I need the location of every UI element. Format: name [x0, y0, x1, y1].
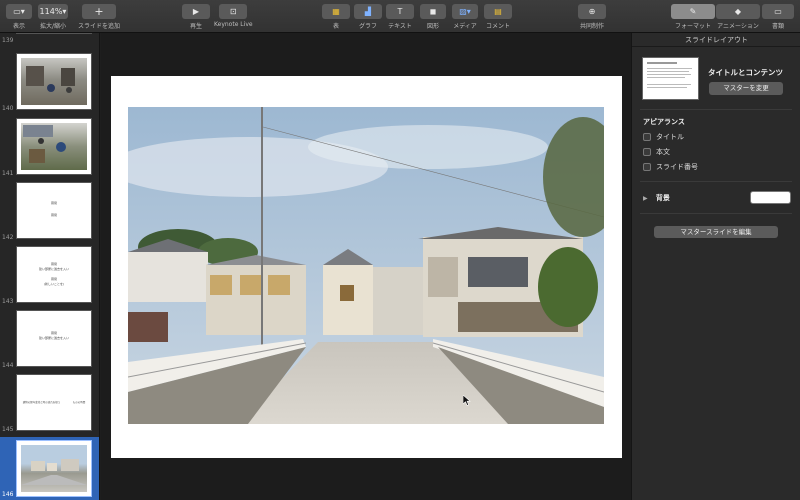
divider	[640, 213, 792, 214]
document-button[interactable]: ▭ 書類	[762, 4, 794, 30]
format-button[interactable]: ✎ フォーマット	[671, 4, 715, 30]
add-slide-button[interactable]: + スライドを追加	[78, 4, 120, 30]
bar-chart-icon: ▟	[354, 4, 382, 19]
document-icon: ▭	[762, 4, 794, 19]
slide-thumb-146[interactable]: 146	[0, 437, 99, 500]
view-button[interactable]: ▭▾ 表示	[6, 4, 32, 30]
animate-button[interactable]: ◆ アニメーション	[716, 4, 760, 30]
checkbox-icon	[643, 163, 651, 171]
slide-thumbnail: 建物の経年変化と時の流れを想う ものの時間	[16, 374, 92, 431]
zoom-value: 114% ▾	[38, 4, 68, 19]
slide-thumbnail	[16, 440, 92, 497]
layout-name: タイトルとコンテンツ	[708, 68, 783, 77]
collaborate-icon: ⊕	[578, 4, 606, 19]
divider	[640, 109, 792, 110]
photo-image	[21, 123, 87, 170]
change-master-button[interactable]: マスターを変更	[709, 82, 783, 95]
text-button[interactable]: T テキスト	[386, 4, 414, 30]
mouse-cursor-icon	[463, 395, 471, 406]
inspector-title: スライドレイアウト	[632, 33, 800, 47]
shape-button[interactable]: ◼ 図形	[420, 4, 446, 30]
master-layout-thumbnail	[642, 57, 699, 100]
photo-image	[21, 58, 87, 105]
body-checkbox[interactable]: 本文	[643, 147, 670, 157]
play-icon: ▶	[182, 4, 210, 19]
photo-image	[21, 445, 87, 492]
comment-icon: ▤	[484, 4, 512, 19]
edit-master-slide-button[interactable]: マスタースライドを編集	[654, 226, 778, 238]
table-icon: ▦	[322, 4, 350, 19]
slide-photo[interactable]	[128, 107, 604, 424]
slide-thumbnail: 幕間 建い部屋に過去を入い 幕間 (新しいことを)	[16, 246, 92, 303]
chart-button[interactable]: ▟ グラフ	[354, 4, 382, 30]
appearance-heading: アピアランス	[643, 118, 685, 126]
text-icon: T	[386, 4, 414, 19]
slide-thumb-145[interactable]: 145 建物の経年変化と時の流れを想う ものの時間	[0, 374, 99, 436]
background-color-well[interactable]	[750, 191, 791, 204]
slide-thumbnail: 幕間 幕間	[16, 182, 92, 239]
current-slide[interactable]	[111, 76, 622, 458]
title-checkbox[interactable]: タイトル	[643, 132, 684, 142]
live-icon: ⊡	[219, 4, 248, 19]
shape-icon: ◼	[420, 4, 446, 19]
slide-thumb-143[interactable]: 143 幕間 建い部屋に過去を入い 幕間 (新しいことを)	[0, 246, 99, 308]
comment-button[interactable]: ▤ コメント	[484, 4, 512, 30]
media-button[interactable]: ▨▾ メディア	[452, 4, 478, 30]
play-button[interactable]: ▶ 再生	[182, 4, 210, 30]
table-button[interactable]: ▦ 表	[322, 4, 350, 30]
slide-thumbnail	[16, 118, 92, 175]
checkbox-icon	[643, 148, 651, 156]
keynote-live-button[interactable]: ⊡ Keynote Live	[214, 4, 253, 28]
collaborate-button[interactable]: ⊕ 共同制作	[578, 4, 606, 30]
slide-navigator[interactable]: 139 140 141 142 幕間 幕間 143 幕間 建い部屋に過去を入い …	[0, 33, 100, 500]
zoom-button[interactable]: 114% ▾ 拡大/縮小	[38, 4, 68, 30]
slide-thumbnail: 幕間 建い部屋に過去を入い	[16, 310, 92, 367]
background-disclosure[interactable]: ▶ 背景	[643, 193, 670, 203]
checkbox-icon	[643, 133, 651, 141]
slide-thumbnail	[16, 33, 92, 34]
paintbrush-icon: ✎	[671, 4, 715, 19]
plus-icon: +	[82, 4, 116, 19]
format-inspector: スライドレイアウト タイトルとコンテンツ マスターを変更 アピアランス タイトル…	[631, 33, 800, 500]
sidebar-view-icon: ▭▾	[6, 4, 32, 19]
animate-icon: ◆	[716, 4, 760, 19]
slide-thumb-142[interactable]: 142 幕間 幕間	[0, 182, 99, 244]
slide-thumb-140[interactable]: 140	[0, 53, 99, 113]
slide-number-checkbox[interactable]: スライド番号	[643, 162, 698, 172]
slide-canvas[interactable]	[101, 33, 631, 500]
keynote-window: ▭▾ 表示 114% ▾ 拡大/縮小 + スライドを追加 ▶ 再生 ⊡ Keyno…	[0, 0, 800, 500]
toolbar: ▭▾ 表示 114% ▾ 拡大/縮小 + スライドを追加 ▶ 再生 ⊡ Keyno…	[0, 0, 800, 33]
media-icon: ▨▾	[452, 4, 478, 19]
slide-thumb-144[interactable]: 144 幕間 建い部屋に過去を入い	[0, 310, 99, 372]
slide-thumb-141[interactable]: 141	[0, 118, 99, 178]
slide-thumb-139[interactable]: 139	[0, 33, 99, 47]
disclosure-triangle-icon: ▶	[643, 195, 648, 202]
divider	[640, 181, 792, 182]
slide-thumbnail	[16, 53, 92, 110]
